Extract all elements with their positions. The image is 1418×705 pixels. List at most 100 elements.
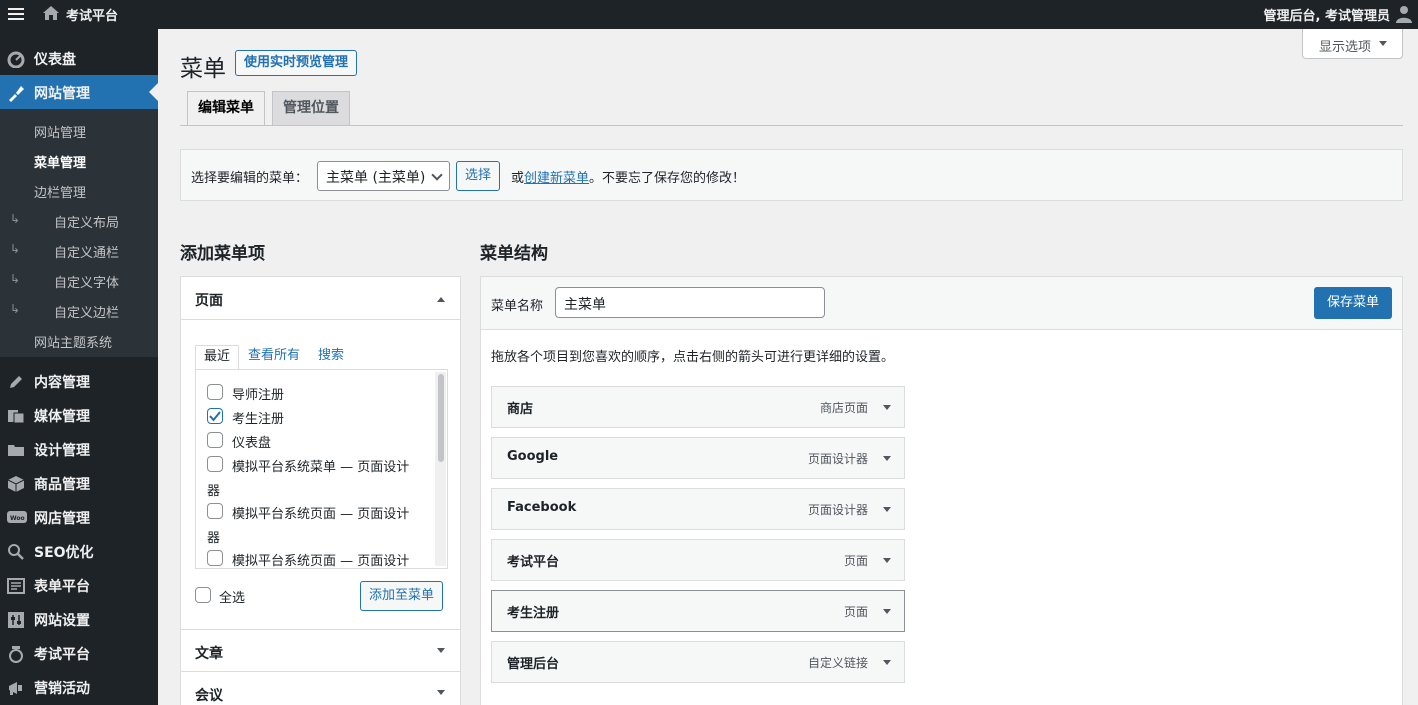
events-panel[interactable]: 会议 bbox=[180, 671, 461, 705]
sidebar-item-site-management[interactable]: 网站管理 bbox=[0, 75, 158, 109]
menu-structure-title: 菜单结构 bbox=[480, 244, 548, 264]
expand-arrow-icon[interactable] bbox=[883, 405, 891, 414]
expand-arrow-icon[interactable] bbox=[883, 558, 891, 567]
sidebar-item-forms[interactable]: 表单平台 bbox=[0, 568, 158, 602]
submenu-item-custom-sidebar[interactable]: 自定义边栏 bbox=[54, 302, 119, 321]
posts-heading: 文章 bbox=[195, 646, 223, 662]
user-greeting[interactable]: 管理后台, 考试管理员 bbox=[1264, 5, 1390, 24]
menu-item[interactable]: 考生注册 页面 bbox=[491, 590, 905, 632]
checkbox[interactable] bbox=[207, 432, 223, 448]
save-menu-button[interactable]: 保存菜单 bbox=[1314, 287, 1392, 319]
sidebar-item-shop[interactable]: Woo 网店管理 bbox=[0, 500, 158, 534]
expand-arrow-icon[interactable] bbox=[883, 507, 891, 516]
drag-hint: 拖放各个项目到您喜欢的顺序，点击右侧的箭头可进行更详细的设置。 bbox=[491, 350, 895, 365]
select-all-checkbox[interactable] bbox=[195, 587, 211, 603]
page-title: 菜单 bbox=[180, 56, 226, 82]
add-to-menu-button[interactable]: 添加至菜单 bbox=[360, 581, 444, 611]
tab-manage-locations[interactable]: 管理位置 bbox=[272, 91, 350, 126]
submenu-item-custom-font[interactable]: 自定义字体 bbox=[54, 272, 119, 291]
search-icon bbox=[7, 543, 25, 561]
sidebar-item-label: 商品管理 bbox=[34, 477, 90, 493]
screen-options-label: 显示选项 bbox=[1319, 40, 1372, 55]
sidebar-item-products[interactable]: 商品管理 bbox=[0, 466, 158, 500]
posts-panel[interactable]: 文章 bbox=[180, 629, 461, 672]
or-text: 或 bbox=[511, 171, 525, 186]
expand-arrow-icon[interactable] bbox=[437, 648, 445, 657]
expand-arrow-icon[interactable] bbox=[883, 660, 891, 669]
form-icon bbox=[7, 577, 25, 595]
user-avatar-icon[interactable] bbox=[1395, 4, 1413, 28]
sidebar-item-seo[interactable]: SEO优化 bbox=[0, 534, 158, 568]
sidebar-item-label: 考试平台 bbox=[34, 647, 90, 663]
pages-panel-header[interactable]: 页面 bbox=[181, 277, 460, 320]
menu-item[interactable]: Google 页面设计器 bbox=[491, 437, 905, 479]
pages-checklist: 导师注册 考生注册 仪表盘 模拟平台系统菜单 — 页面设计 器 模拟平台系统页面… bbox=[195, 369, 448, 569]
checkbox[interactable] bbox=[207, 384, 223, 400]
menu-item-type: 页面 bbox=[843, 554, 868, 568]
checkbox-checked[interactable] bbox=[207, 408, 223, 424]
submenu-item-site[interactable]: 网站管理 bbox=[34, 122, 86, 141]
menu-item[interactable]: Facebook 页面设计器 bbox=[491, 488, 905, 530]
screen-options-button[interactable]: 显示选项 bbox=[1302, 29, 1403, 59]
sidebar-item-exam[interactable]: 考试平台 bbox=[0, 636, 158, 670]
menu-name-label: 菜单名称 bbox=[491, 299, 544, 314]
menu-item[interactable]: 管理后台 自定义链接 bbox=[491, 641, 905, 683]
sidebar-item-settings[interactable]: 网站设置 bbox=[0, 602, 158, 636]
menu-toggle-icon[interactable] bbox=[8, 5, 24, 23]
submenu-item-menus[interactable]: 菜单管理 bbox=[34, 152, 86, 171]
menu-item-type: 商店页面 bbox=[819, 401, 868, 415]
events-heading: 会议 bbox=[195, 688, 223, 704]
expand-arrow-icon[interactable] bbox=[883, 609, 891, 618]
submenu-item-custom-bar[interactable]: 自定义通栏 bbox=[54, 242, 119, 261]
collapse-arrow-icon[interactable] bbox=[437, 293, 445, 302]
admin-bar: 考试平台 管理后台, 考试管理员 bbox=[0, 0, 1418, 29]
menu-item-title: 考生注册 bbox=[507, 606, 560, 621]
expand-arrow-icon[interactable] bbox=[437, 690, 445, 699]
tab-recent[interactable]: 最近 bbox=[195, 345, 240, 370]
scrollbar[interactable] bbox=[435, 372, 446, 566]
expand-arrow-icon[interactable] bbox=[883, 456, 891, 465]
sidebar-submenu: 网站管理 菜单管理 边栏管理 ↳ 自定义布局 ↳ 自定义通栏 ↳ 自定义字体 ↳… bbox=[0, 109, 158, 357]
menu-select[interactable]: 主菜单 (主菜单) bbox=[317, 161, 450, 191]
scrollbar-thumb[interactable] bbox=[438, 374, 444, 462]
sidebar-item-dashboard[interactable]: 仪表盘 bbox=[0, 41, 158, 75]
page-label-wrap: 器 bbox=[207, 484, 221, 499]
page-label: 模拟平台系统页面 — 页面设计 bbox=[232, 507, 410, 522]
page-label: 考生注册 bbox=[232, 412, 285, 427]
appearance-icon bbox=[7, 84, 25, 102]
checkbox[interactable] bbox=[207, 456, 223, 472]
sidebar-item-media[interactable]: 媒体管理 bbox=[0, 398, 158, 432]
menu-structure-header: 菜单名称 主菜单 保存菜单 bbox=[481, 277, 1402, 330]
add-items-title: 添加菜单项 bbox=[180, 244, 265, 264]
home-icon[interactable] bbox=[42, 4, 60, 26]
submenu-item-theme-system[interactable]: 网站主题系统 bbox=[34, 332, 112, 351]
checkbox[interactable] bbox=[207, 550, 223, 566]
sidebar-item-content[interactable]: 内容管理 bbox=[0, 364, 158, 398]
sidebar-item-label: 内容管理 bbox=[34, 375, 90, 391]
menu-item-type: 页面设计器 bbox=[807, 452, 868, 466]
chevron-down-icon bbox=[431, 169, 443, 181]
svg-text:Woo: Woo bbox=[10, 515, 25, 522]
tab-search[interactable]: 搜索 bbox=[310, 345, 352, 370]
tab-view-all[interactable]: 查看所有 bbox=[240, 345, 308, 370]
menu-name-input[interactable]: 主菜单 bbox=[555, 287, 825, 318]
menu-item[interactable]: 商店 商店页面 bbox=[491, 386, 905, 428]
menu-item-title: 考试平台 bbox=[507, 555, 560, 570]
live-preview-button[interactable]: 使用实时预览管理 bbox=[235, 50, 358, 76]
menu-item-type: 页面 bbox=[843, 605, 868, 619]
site-name[interactable]: 考试平台 bbox=[66, 5, 118, 24]
submenu-item-custom-layout[interactable]: 自定义布局 bbox=[54, 212, 119, 231]
sidebar-item-marketing[interactable]: 营销活动 bbox=[0, 670, 158, 704]
submenu-item-sidebars[interactable]: 边栏管理 bbox=[34, 182, 86, 201]
tab-label: 编辑菜单 bbox=[198, 100, 254, 116]
tab-edit-menus[interactable]: 编辑菜单 bbox=[187, 91, 265, 126]
page-label: 导师注册 bbox=[232, 388, 285, 403]
sidebar-item-design[interactable]: 设计管理 bbox=[0, 432, 158, 466]
select-button[interactable]: 选择 bbox=[456, 161, 501, 191]
create-menu-link[interactable]: 创建新菜单 bbox=[524, 171, 589, 186]
child-arrow-icon: ↳ bbox=[10, 242, 21, 256]
sidebar-item-label: SEO优化 bbox=[34, 545, 94, 561]
menu-item[interactable]: 考试平台 页面 bbox=[491, 539, 905, 581]
checkbox[interactable] bbox=[207, 503, 223, 519]
megaphone-icon bbox=[7, 679, 25, 697]
